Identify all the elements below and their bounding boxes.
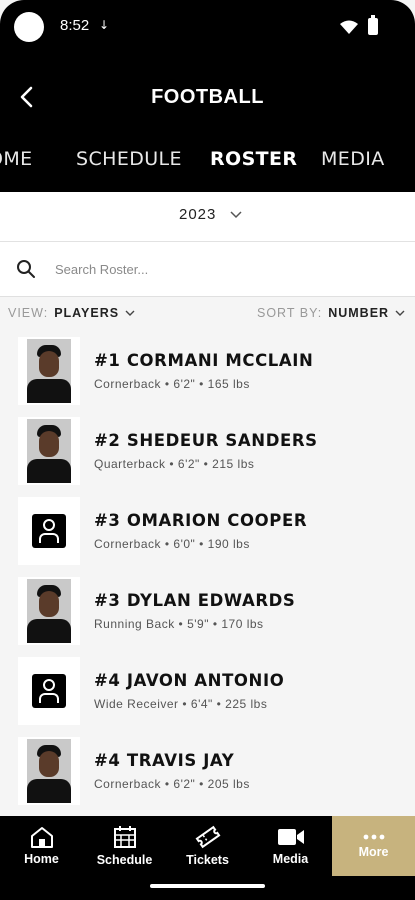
status-time: 8:52: [60, 17, 90, 34]
nav-tickets[interactable]: Tickets: [166, 816, 249, 876]
player-name: #4 JAVON ANTONIO: [94, 671, 285, 690]
tab-roster[interactable]: ROSTER: [210, 148, 297, 170]
nav-schedule[interactable]: Schedule: [83, 816, 166, 876]
tab-schedule[interactable]: SCHEDULE: [76, 148, 182, 170]
sort-filter-value: NUMBER: [328, 306, 390, 320]
nav-more[interactable]: More: [332, 816, 415, 876]
chevron-down-icon: [230, 210, 242, 218]
view-filter-value: PLAYERS: [54, 306, 120, 320]
more-dots-icon: [363, 834, 384, 840]
headshot-image: [27, 419, 71, 483]
calendar-icon: [113, 826, 136, 848]
player-info: Cornerback • 6'2" • 205 lbs: [94, 777, 250, 791]
list-item[interactable]: #2 SHEDEUR SANDERS Quarterback • 6'2" • …: [0, 413, 415, 493]
nav-more-label: More: [358, 845, 389, 859]
headshot-image: [27, 579, 71, 643]
headshot-image: [27, 339, 71, 403]
nav-home[interactable]: Home: [0, 816, 83, 876]
camera-cutout: [14, 12, 44, 42]
player-photo: [18, 737, 80, 805]
search-bar: [0, 242, 415, 297]
person-placeholder-icon: [32, 514, 66, 548]
video-camera-icon: [277, 829, 304, 845]
player-info: Cornerback • 6'0" • 190 lbs: [94, 537, 250, 551]
player-info: Wide Receiver • 6'4" • 225 lbs: [94, 697, 268, 711]
list-item[interactable]: #3 DYLAN EDWARDS Running Back • 5'9" • 1…: [0, 573, 415, 653]
chevron-down-icon: [395, 310, 405, 316]
player-info: Cornerback • 6'2" • 165 lbs: [94, 377, 250, 391]
battery-icon: [368, 15, 378, 35]
view-filter[interactable]: VIEW: PLAYERS: [8, 306, 135, 320]
player-photo: [18, 497, 80, 565]
season-value: 2023: [179, 206, 217, 223]
bottom-navigation: Home Schedule Tickets Media More: [0, 816, 415, 876]
search-input[interactable]: [55, 258, 385, 280]
list-item[interactable]: #4 TRAVIS JAY Cornerback • 6'2" • 205 lb…: [0, 733, 415, 813]
sort-filter-label: SORT BY:: [257, 306, 323, 320]
view-filter-label: VIEW:: [8, 306, 49, 320]
filter-bar: VIEW: PLAYERS SORT BY: NUMBER: [0, 297, 415, 329]
nav-tickets-label: Tickets: [186, 853, 229, 867]
player-name: #1 CORMANI MCCLAIN: [94, 351, 314, 370]
gesture-handle[interactable]: [150, 884, 265, 888]
ticket-icon: [195, 825, 220, 849]
player-name: #3 DYLAN EDWARDS: [94, 591, 296, 610]
tab-home[interactable]: OME: [0, 148, 33, 170]
list-item[interactable]: #1 CORMANI MCCLAIN Cornerback • 6'2" • 1…: [0, 333, 415, 413]
player-photo: [18, 657, 80, 725]
list-item[interactable]: #3 OMARION COOPER Cornerback • 6'0" • 19…: [0, 493, 415, 573]
wifi-icon: [340, 20, 358, 34]
player-photo: [18, 577, 80, 645]
season-selector[interactable]: 2023: [0, 192, 415, 242]
headshot-image: [27, 739, 71, 803]
section-tabs: OME SCHEDULE ROSTER MEDIA: [0, 148, 415, 172]
player-photo: [18, 417, 80, 485]
list-item[interactable]: #4 JAVON ANTONIO Wide Receiver • 6'4" • …: [0, 653, 415, 733]
page-title: FOOTBALL: [151, 86, 264, 108]
player-info: Running Back • 5'9" • 170 lbs: [94, 617, 264, 631]
nav-media[interactable]: Media: [249, 816, 332, 876]
player-name: #2 SHEDEUR SANDERS: [94, 431, 318, 450]
sort-filter[interactable]: SORT BY: NUMBER: [257, 306, 405, 320]
person-placeholder-icon: [32, 674, 66, 708]
nav-schedule-label: Schedule: [96, 853, 153, 867]
home-icon: [30, 827, 53, 848]
player-photo: [18, 337, 80, 405]
player-name: #3 OMARION COOPER: [94, 511, 308, 530]
player-name: #4 TRAVIS JAY: [94, 751, 235, 770]
search-icon: [17, 260, 35, 278]
nav-home-label: Home: [24, 852, 59, 866]
status-bar: 8:52 ↓: [0, 0, 415, 56]
nav-media-label: Media: [272, 852, 309, 866]
player-info: Quarterback • 6'2" • 215 lbs: [94, 457, 255, 471]
tab-media[interactable]: MEDIA: [321, 148, 385, 170]
app-header: 8:52 ↓ FOOTBALL OME SCHEDULE ROSTER MEDI…: [0, 0, 415, 192]
download-icon: ↓: [99, 18, 110, 32]
system-gesture-area: [0, 876, 415, 900]
chevron-down-icon: [125, 310, 135, 316]
